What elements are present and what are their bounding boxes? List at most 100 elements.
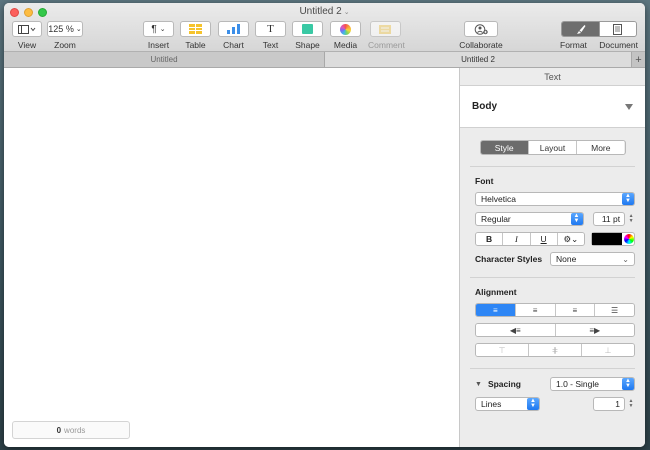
format-inspector: Text Body Style Layout More Font Helveti… [459,68,645,447]
chevron-down-icon: ⌄ [159,26,166,33]
spacing-disclosure[interactable]: ▼ Spacing [475,379,521,389]
align-center-icon: ≡ [532,305,538,315]
view-control: View [11,21,43,50]
shape-button[interactable] [292,21,323,37]
comment-label: Comment [368,40,405,50]
character-styles-value: None [556,254,577,264]
format-button[interactable] [562,22,599,36]
align-right-button[interactable]: ≡ [554,304,595,316]
divider [470,166,635,167]
color-wheel-icon[interactable] [624,234,634,244]
horizontal-alignment-control: ≡ ≡ ≡ ☰ [475,303,635,317]
paragraph-icon: ¶ [151,23,157,35]
outdent-icon: ◀≡ [509,325,521,335]
font-size-field[interactable]: 11 pt [592,212,626,226]
bold-button[interactable]: B [476,233,503,245]
justify-button[interactable]: ☰ [594,304,634,316]
paintbrush-icon [576,24,586,34]
document-button[interactable] [598,22,636,36]
format-label: Format [560,40,587,50]
zoom-select[interactable]: 125 % ⌄ [47,21,83,37]
chart-control: Chart [218,21,249,50]
decrease-indent-button[interactable]: ◀≡ [476,324,555,336]
font-typeface-select[interactable]: Regular ▲ ▼ [475,212,584,226]
word-count-value: 0 [56,425,62,435]
line-count-value: 1 [615,399,620,409]
paragraph-style-menu[interactable]: Body [460,86,645,128]
spacing-value: 1.0 - Single [556,379,599,389]
chart-button[interactable] [218,21,249,37]
view-button[interactable] [12,21,42,37]
insert-label: Insert [147,40,170,50]
sidebar-view-icon [18,24,36,34]
popup-arrows-icon: ▲ ▼ [570,213,583,225]
inspector-title: Text [460,68,645,86]
disclosure-triangle-icon: ▼ [475,380,482,388]
line-count-stepper[interactable]: ▲ ▼ [627,397,635,411]
alignment-section-label: Alignment [475,287,517,297]
shape-control: Shape [292,21,323,50]
table-icon [189,24,202,34]
divider [470,277,635,278]
align-middle-icon: ⋕ [551,345,559,355]
character-styles-label: Character Styles [475,254,543,264]
font-section-label: Font [475,176,494,186]
text-subtabs: Style Layout More [479,140,626,155]
inspector-segmented-control [561,21,637,37]
tab-untitled-2[interactable]: Untitled 2 [325,52,631,67]
shape-icon [302,24,313,34]
align-middle-button[interactable]: ⋕ [528,344,581,356]
font-family-value: Helvetica [481,194,516,204]
font-size-stepper[interactable]: ▲ ▼ [627,212,635,226]
text-color-well[interactable] [591,232,635,246]
tab-style[interactable]: Style [480,141,528,154]
document-canvas[interactable]: 0 words [4,68,459,447]
tab-untitled[interactable]: Untitled [4,52,325,67]
document-tab-bar: Untitled Untitled 2 + [4,52,645,68]
italic-button[interactable]: I [502,233,530,245]
table-button[interactable] [180,21,211,37]
text-options-button[interactable]: ⚙⌄ [556,233,584,245]
window-title[interactable]: Untitled 2 ⌄ [4,6,645,17]
media-button[interactable] [330,21,361,37]
chart-label: Chart [223,40,244,50]
comment-button[interactable] [369,21,401,37]
table-control: Table [180,21,211,50]
insert-control: ¶ ⌄ Insert [143,21,174,50]
indent-control: ◀≡ ≡▶ [475,323,635,337]
media-label: Media [333,40,358,50]
collaborate-button[interactable] [464,21,498,37]
tab-more[interactable]: More [576,141,625,154]
spacing-select[interactable]: 1.0 - Single ▲ ▼ [550,377,635,391]
align-top-button[interactable]: ⊤ [476,344,528,356]
line-count-field[interactable]: 1 [593,397,625,411]
photos-icon [340,23,351,35]
add-tab-button[interactable]: + [631,52,645,67]
vertical-alignment-control: ⊤ ⋕ ⊥ [475,343,635,357]
document-label: Document [599,40,638,50]
zoom-control: 125 % ⌄ Zoom [47,21,83,50]
chevron-down-icon: ⌄ [622,254,629,264]
tab-layout[interactable]: Layout [527,141,577,154]
spacing-label: Spacing [487,379,521,389]
text-control: T Text [255,21,286,50]
increase-indent-button[interactable]: ≡▶ [554,324,634,336]
insert-button[interactable]: ¶ ⌄ [143,21,174,37]
font-size-value: 11 pt [601,214,621,224]
collaborate-label: Collaborate [459,40,503,50]
disclosure-triangle-icon [625,103,633,110]
word-count[interactable]: 0 words [12,421,130,439]
align-center-button[interactable]: ≡ [514,304,555,316]
font-family-select[interactable]: Helvetica ▲ ▼ [475,192,635,206]
underline-button[interactable]: U [529,233,557,245]
text-button[interactable]: T [255,21,286,37]
align-bottom-icon: ⊥ [604,345,612,355]
line-spacing-mode-select[interactable]: Lines ▲ ▼ [475,397,540,411]
bar-chart-icon [227,24,240,34]
plus-icon: + [635,53,642,66]
text-box-icon: T [267,23,274,35]
align-bottom-button[interactable]: ⊥ [581,344,634,356]
align-left-button[interactable]: ≡ [476,304,515,316]
line-spacing-mode-value: Lines [481,399,502,409]
character-styles-select[interactable]: None ⌄ [550,252,635,266]
